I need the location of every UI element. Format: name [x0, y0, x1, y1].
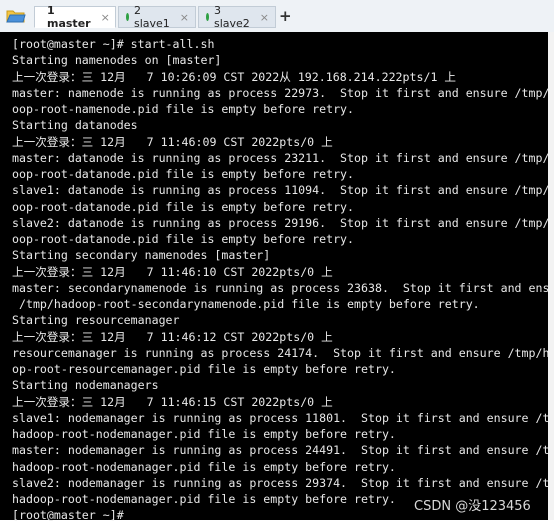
terminal-line: Starting datanodes: [12, 118, 138, 133]
terminal-line: hadoop-root-nodemanager.pid file is empt…: [12, 459, 396, 474]
terminal-line: 上一次登录：三 12月 7 11:46:15 CST 2022pts/0 上: [12, 394, 333, 409]
add-tab-button[interactable]: +: [279, 7, 292, 25]
tab-label: 1 master: [47, 4, 91, 30]
terminal-lines: [root@master ~]# start-all.sh Starting na…: [12, 36, 554, 524]
terminal-line: oop-root-datanode.pid file is empty befo…: [12, 167, 355, 181]
close-tab-icon[interactable]: ×: [101, 11, 110, 24]
terminal-line: Starting resourcemanager: [12, 313, 180, 328]
terminal-line: 上一次登录：三 12月 7 11:46:10 CST 2022pts/0 上: [12, 264, 333, 279]
tab-slave1[interactable]: 2 slave1 ×: [118, 4, 196, 30]
terminal-line: Starting secondary namenodes [master]: [12, 248, 271, 263]
terminal-line: hadoop-root-nodemanager.pid file is empt…: [12, 427, 396, 441]
terminal-line: 上一次登录：三 12月 7 11:46:09 CST 2022pts/0 上: [12, 134, 333, 149]
terminal-line: op-root-resourcemanager.pid file is empt…: [12, 362, 396, 376]
tab-master[interactable]: 1 master ×: [34, 4, 116, 30]
tab-slave2[interactable]: 3 slave2 ×: [198, 4, 276, 30]
terminal-line: slave1: datanode is running as process 1…: [12, 183, 554, 198]
terminal-line: oop-root-datanode.pid file is empty befo…: [12, 199, 355, 214]
terminal-line: oop-root-namenode.pid file is empty befo…: [12, 102, 355, 116]
terminal-line: [root@master ~]# start-all.sh: [12, 37, 215, 51]
terminal-line: master: nodemanager is running as proces…: [12, 443, 554, 458]
scrollbar[interactable]: [548, 32, 554, 520]
terminal-output[interactable]: [root@master ~]# start-all.sh Starting na…: [0, 32, 554, 522]
terminal-line: 上一次登录：三 12月 7 10:26:09 CST 2022从 192.168…: [12, 69, 456, 84]
tab-label: 3 slave2: [213, 4, 250, 30]
tab-label: 2 slave1: [133, 4, 170, 30]
terminal-line: master: datanode is running as process 2…: [12, 150, 554, 165]
tab-bar: 1 master × 2 slave1 × 3 slave2 × +: [0, 0, 554, 33]
terminal-line: master: namenode is running as process 2…: [12, 85, 554, 100]
connection-status-icon: [126, 13, 129, 21]
connection-status-icon: [206, 13, 209, 21]
terminal-line: /tmp/hadoop-root-secondarynamenode.pid f…: [12, 297, 480, 311]
close-tab-icon[interactable]: ×: [180, 11, 189, 24]
terminal-line: oop-root-datanode.pid file is empty befo…: [12, 232, 355, 246]
close-tab-icon[interactable]: ×: [260, 11, 269, 24]
terminal-line: slave2: nodemanager is running as proces…: [12, 475, 554, 490]
terminal-line: master: secondarynamenode is running as …: [12, 280, 554, 295]
terminal-line: resourcemanager is running as process 24…: [12, 345, 554, 360]
terminal-line: 上一次登录：三 12月 7 11:46:12 CST 2022pts/0 上: [12, 329, 333, 344]
folder-open-icon[interactable]: [6, 8, 26, 24]
terminal-line: Starting nodemanagers: [12, 378, 159, 393]
terminal-line: Starting namenodes on [master]: [12, 53, 222, 68]
terminal-line: slave2: datanode is running as process 2…: [12, 215, 554, 230]
terminal-line: slave1: nodemanager is running as proces…: [12, 410, 554, 425]
watermark: CSDN @没123456: [414, 499, 531, 514]
